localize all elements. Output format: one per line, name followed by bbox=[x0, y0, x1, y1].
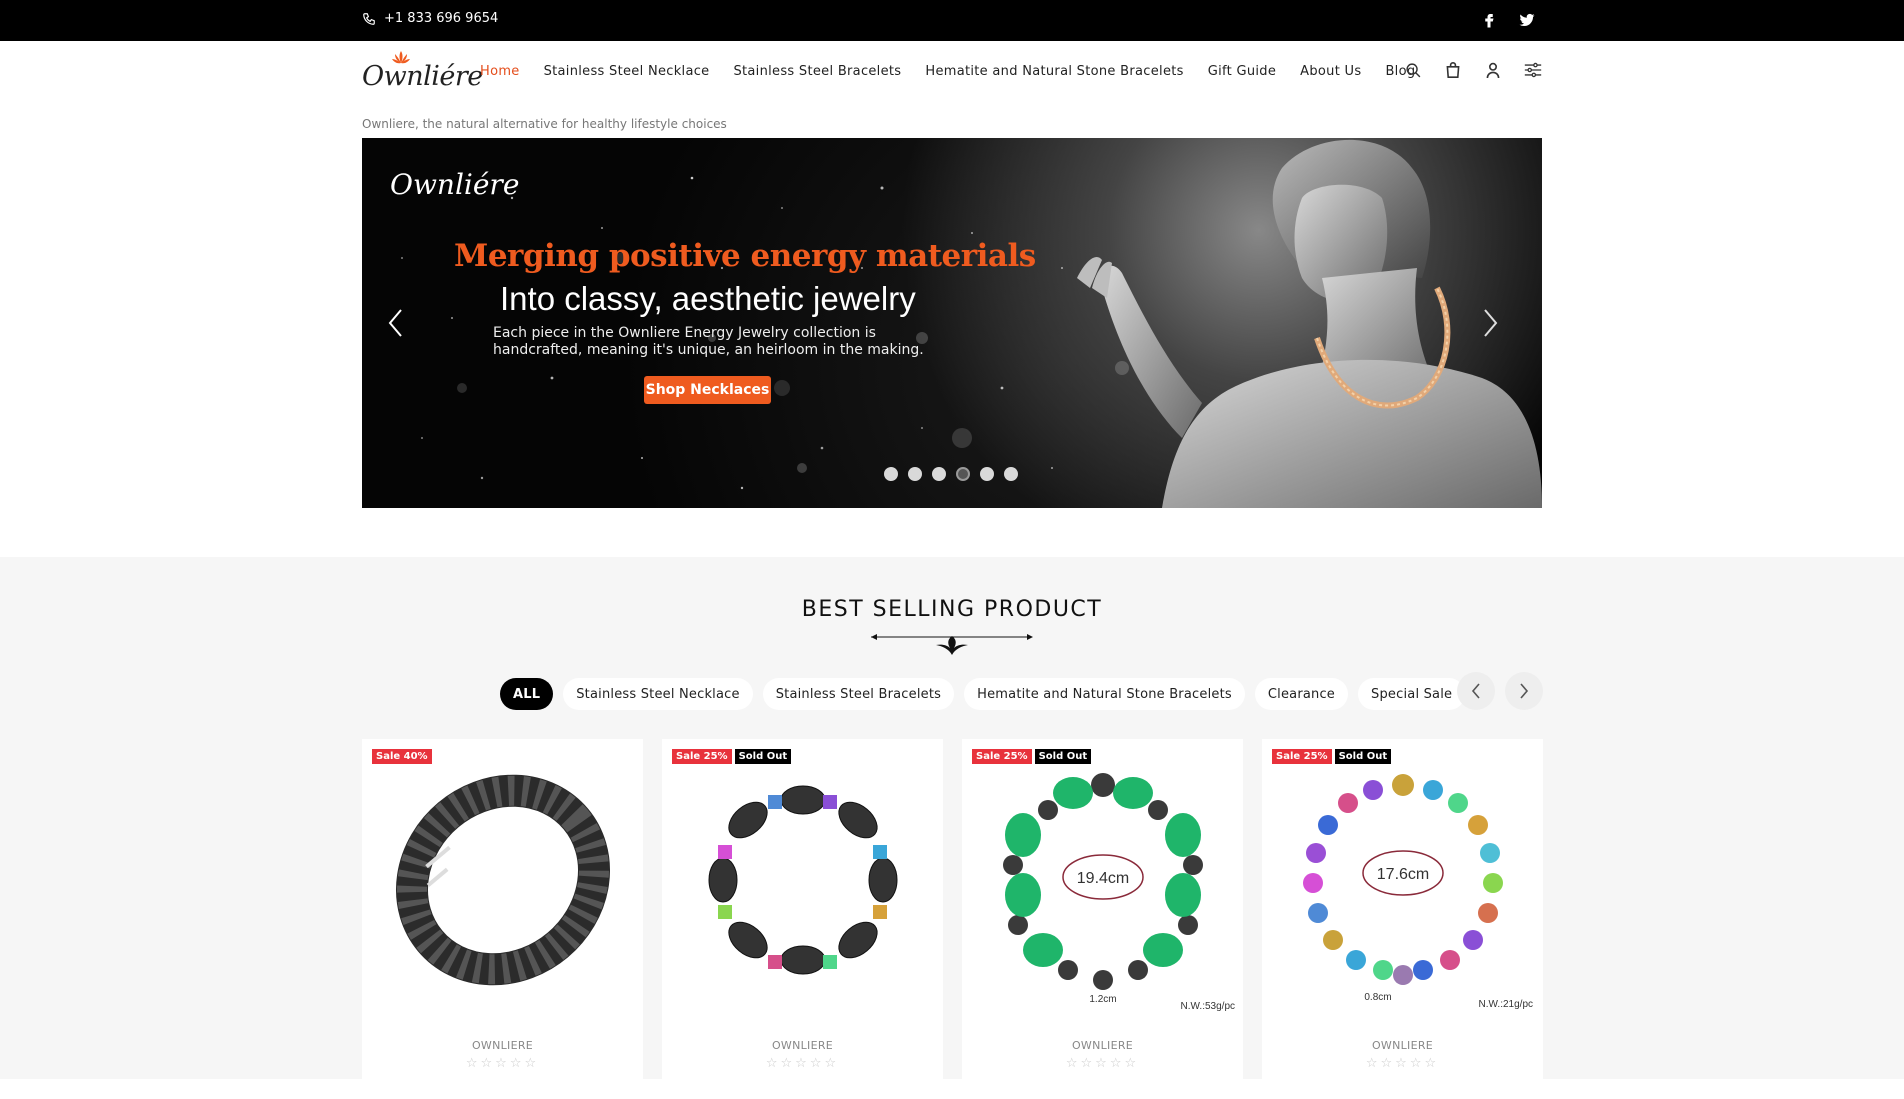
main-nav: Home Stainless Steel Necklace Stainless … bbox=[480, 41, 1439, 101]
sale-badge: Sale 25% bbox=[972, 749, 1032, 764]
product-grid: Sale 40% OWNLIERE ☆☆☆☆☆ Sale 25% Sold Ou… bbox=[362, 739, 1543, 1099]
product-brand: OWNLIERE bbox=[1071, 1039, 1134, 1052]
sold-out-badge: Sold Out bbox=[1334, 749, 1392, 764]
rating-stars: ☆☆☆☆☆ bbox=[1065, 1056, 1140, 1071]
filter-hematite-bracelets[interactable]: Hematite and Natural Stone Bracelets bbox=[964, 678, 1245, 710]
phone-number: +1 833 696 9654 bbox=[384, 11, 499, 26]
hero-subline: Into classy, aesthetic jewelry bbox=[500, 280, 916, 317]
account-icon[interactable] bbox=[1483, 59, 1503, 81]
slider-dot-2[interactable] bbox=[908, 467, 922, 481]
filter-all[interactable]: ALL bbox=[500, 678, 554, 710]
cart-icon[interactable] bbox=[1443, 59, 1463, 81]
slider-dot-6[interactable] bbox=[1004, 467, 1018, 481]
settings-icon[interactable] bbox=[1523, 59, 1543, 81]
product-weight-label: N.W.:53g/pc bbox=[1180, 1001, 1235, 1012]
sale-badge: Sale 40% bbox=[372, 749, 432, 764]
sale-badge: Sale 25% bbox=[1272, 749, 1332, 764]
logo-text: Ownliére bbox=[362, 61, 483, 92]
products-next-icon[interactable] bbox=[1505, 672, 1543, 710]
rating-stars: ☆☆☆☆☆ bbox=[765, 1056, 840, 1071]
products-prev-icon[interactable] bbox=[1457, 672, 1495, 710]
product-card[interactable]: Sale 40% OWNLIERE ☆☆☆☆☆ bbox=[362, 739, 643, 1099]
site-logo[interactable]: Ownliére bbox=[362, 51, 483, 92]
sale-badge: Sale 25% bbox=[672, 749, 732, 764]
hero-slider: Ownliére Merging positive energy materia… bbox=[362, 138, 1542, 508]
phone-icon bbox=[363, 12, 375, 25]
filter-special-sale[interactable]: Special Sale bbox=[1358, 678, 1466, 710]
product-card[interactable]: 19.4cm 1.2cm N.W.:53g/pc Sale 25% Sold O… bbox=[962, 739, 1243, 1099]
section-title: BEST SELLING PRODUCT bbox=[801, 597, 1103, 622]
product-size-label: 17.6cm bbox=[1376, 866, 1428, 883]
nav-home[interactable]: Home bbox=[480, 64, 520, 79]
rating-stars: ☆☆☆☆☆ bbox=[1365, 1056, 1440, 1071]
sold-out-badge: Sold Out bbox=[734, 749, 792, 764]
product-image[interactable] bbox=[662, 739, 943, 1020]
top-bar: +1 833 696 9654 bbox=[0, 0, 1904, 41]
product-brand: OWNLIERE bbox=[1371, 1039, 1434, 1052]
filter-clearance[interactable]: Clearance bbox=[1254, 678, 1349, 710]
product-image[interactable]: 19.4cm 1.2cm N.W.:53g/pc bbox=[962, 739, 1243, 1020]
product-brand: OWNLIERE bbox=[771, 1039, 834, 1052]
facebook-icon[interactable] bbox=[1480, 11, 1498, 29]
bead-size-label: 1.2cm bbox=[1089, 994, 1116, 1005]
nav-hematite-bracelets[interactable]: Hematite and Natural Stone Bracelets bbox=[925, 64, 1183, 79]
slider-prev-icon[interactable] bbox=[384, 306, 408, 340]
tagline: Ownliere, the natural alternative for he… bbox=[362, 117, 727, 131]
product-image[interactable]: 17.6cm 0.8cm N.W.:21g/pc bbox=[1262, 739, 1543, 1020]
phone-contact[interactable]: +1 833 696 9654 bbox=[362, 11, 498, 26]
slider-dot-1[interactable] bbox=[884, 467, 898, 481]
nav-stainless-steel-necklace[interactable]: Stainless Steel Necklace bbox=[544, 64, 710, 79]
sold-out-badge: Sold Out bbox=[1034, 749, 1092, 764]
product-weight-label: N.W.:21g/pc bbox=[1478, 999, 1533, 1010]
slider-next-icon[interactable] bbox=[1478, 306, 1502, 340]
product-card[interactable]: 17.6cm 0.8cm N.W.:21g/pc Sale 25% Sold O… bbox=[1262, 739, 1543, 1099]
product-image[interactable] bbox=[362, 739, 643, 1020]
slider-dots bbox=[884, 467, 1018, 481]
shop-necklaces-button[interactable]: Shop Necklaces bbox=[644, 376, 771, 404]
bead-size-label: 0.8cm bbox=[1364, 992, 1391, 1003]
product-size-label: 19.4cm bbox=[1076, 870, 1128, 887]
best-selling-section: BEST SELLING PRODUCT ALL Stainless Steel… bbox=[0, 557, 1904, 1099]
nav-about-us[interactable]: About Us bbox=[1300, 64, 1361, 79]
search-icon[interactable] bbox=[1403, 59, 1423, 81]
hero-description: Each piece in the Ownliere Energy Jewelr… bbox=[493, 325, 924, 358]
filter-stainless-steel-bracelets[interactable]: Stainless Steel Bracelets bbox=[762, 678, 955, 710]
hero-headline: Merging positive energy materials bbox=[454, 238, 1036, 274]
slider-dot-3[interactable] bbox=[932, 467, 946, 481]
product-card[interactable]: Sale 25% Sold Out OWNLIERE ☆☆☆☆☆ bbox=[662, 739, 943, 1099]
twitter-icon[interactable] bbox=[1518, 11, 1536, 29]
product-brand: OWNLIERE bbox=[471, 1039, 534, 1052]
nav-stainless-steel-bracelets[interactable]: Stainless Steel Bracelets bbox=[733, 64, 901, 79]
nav-gift-guide[interactable]: Gift Guide bbox=[1208, 64, 1276, 79]
ornament-divider-icon bbox=[871, 634, 1033, 655]
slider-dot-4[interactable] bbox=[956, 467, 970, 481]
category-filters: ALL Stainless Steel Necklace Stainless S… bbox=[500, 678, 1466, 710]
hero-logo: Ownliére bbox=[390, 168, 520, 201]
slider-dot-5[interactable] bbox=[980, 467, 994, 481]
main-header: Ownliére Home Stainless Steel Necklace S… bbox=[0, 41, 1904, 101]
filter-stainless-steel-necklace[interactable]: Stainless Steel Necklace bbox=[563, 678, 753, 710]
model-image bbox=[1077, 139, 1542, 508]
rating-stars: ☆☆☆☆☆ bbox=[465, 1056, 540, 1071]
